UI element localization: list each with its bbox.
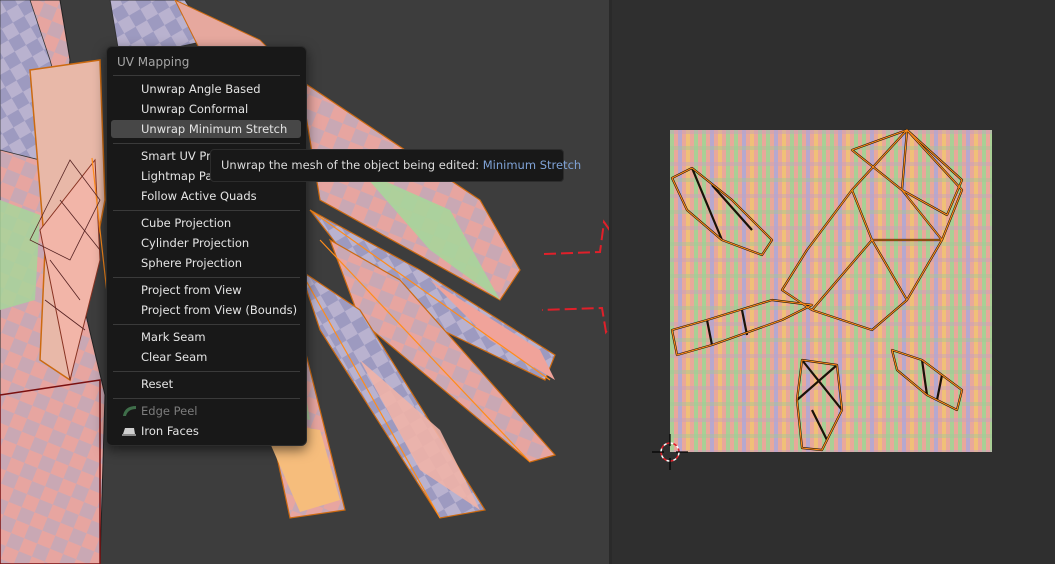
tooltip-text: Unwrap the mesh of the object being edit… (221, 158, 480, 172)
iron-faces-label: Iron Faces (141, 424, 199, 438)
sphere-projection-item[interactable]: Sphere Projection (111, 254, 301, 272)
clear-seam-item[interactable]: Clear Seam (111, 348, 301, 366)
tooltip-highlight: Minimum Stretch (482, 158, 582, 172)
follow-active-quads-item[interactable]: Follow Active Quads (111, 187, 301, 205)
unwrap-conformal-item[interactable]: Unwrap Conformal (111, 100, 301, 118)
edge-peel-icon (123, 406, 136, 416)
tooltip: Unwrap the mesh of the object being edit… (210, 149, 581, 182)
iron-faces-item[interactable]: Iron Faces (111, 422, 301, 440)
right-arrow-icon (541, 219, 611, 335)
cube-projection-item[interactable]: Cube Projection (111, 214, 301, 232)
unwrap-angle-based-item[interactable]: Unwrap Angle Based (111, 80, 301, 98)
menu-divider (113, 277, 300, 278)
edge-peel-label: Edge Peel (141, 404, 198, 418)
3d-viewport[interactable]: UV Mapping Unwrap Angle Based Unwrap Con… (0, 0, 611, 564)
cylinder-projection-item[interactable]: Cylinder Projection (111, 234, 301, 252)
uv-canvas (652, 128, 992, 470)
menu-divider (113, 75, 300, 76)
iron-icon (122, 428, 136, 436)
menu-divider (113, 371, 300, 372)
menu-divider (113, 398, 300, 399)
mark-seam-item[interactable]: Mark Seam (111, 328, 301, 346)
reset-item[interactable]: Reset (111, 375, 301, 393)
menu-divider (113, 143, 300, 144)
menu-divider (113, 210, 300, 211)
project-from-view-item[interactable]: Project from View (111, 281, 301, 299)
menu-title: UV Mapping (117, 55, 190, 69)
uv-mapping-menu: UV Mapping Unwrap Angle Based Unwrap Con… (106, 46, 307, 446)
project-from-view-bounds-item[interactable]: Project from View (Bounds) (111, 301, 301, 319)
uv-editor[interactable] (612, 0, 1055, 564)
edge-peel-item: Edge Peel (111, 402, 301, 420)
menu-divider (113, 324, 300, 325)
unwrap-minimum-stretch-item[interactable]: Unwrap Minimum Stretch (111, 120, 301, 138)
